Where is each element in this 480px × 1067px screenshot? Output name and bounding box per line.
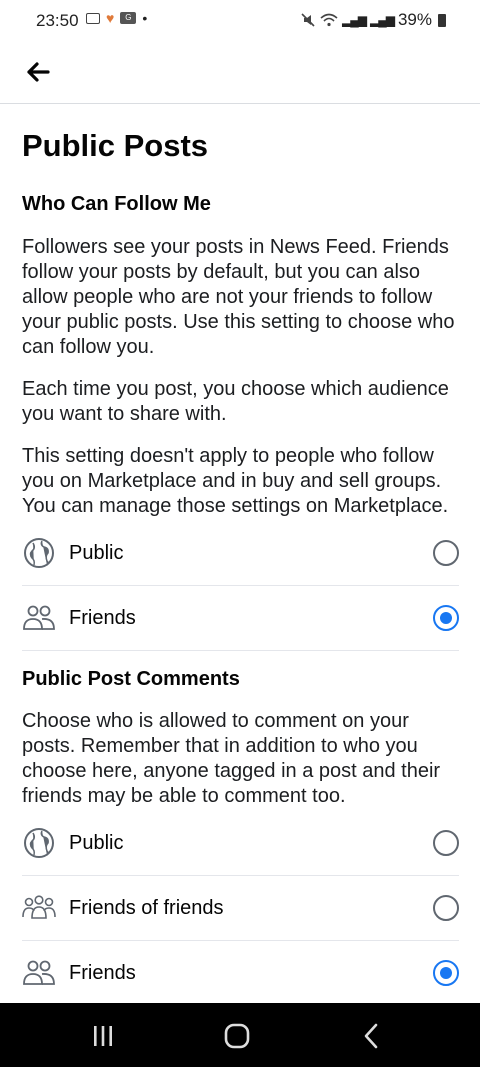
radio-button[interactable] xyxy=(433,540,459,566)
signal-icon: ▂▄▆ xyxy=(342,13,367,27)
comment-option-friends[interactable]: Friends xyxy=(22,941,459,1006)
friends-icon xyxy=(22,601,56,635)
mute-icon xyxy=(301,13,315,27)
follow-option-public[interactable]: Public xyxy=(22,521,459,586)
radio-button[interactable] xyxy=(433,830,459,856)
calendar-icon xyxy=(86,12,100,24)
home-icon[interactable] xyxy=(222,1021,252,1051)
app-bar xyxy=(0,42,480,104)
follow-description: Followers see your posts in News Feed. F… xyxy=(22,236,455,358)
option-label: Friends of friends xyxy=(69,896,224,919)
heart-icon: ♥ xyxy=(106,10,115,26)
comment-option-public[interactable]: Public xyxy=(22,811,459,876)
battery-icon xyxy=(438,13,446,27)
friends-icon xyxy=(22,956,56,990)
friends-of-friends-icon xyxy=(22,891,56,925)
page-title: Public Posts xyxy=(22,128,209,163)
comment-option-friends-of-friends[interactable]: Friends of friends xyxy=(22,876,459,941)
back-nav-icon[interactable] xyxy=(357,1021,387,1051)
more-notifications-icon: • xyxy=(142,10,148,26)
system-navigation-bar xyxy=(0,1003,480,1067)
radio-button-selected[interactable] xyxy=(433,960,459,986)
option-label: Public xyxy=(69,831,124,854)
comment-options: Public Friends of friends Friends xyxy=(22,811,459,1006)
settings-content: Public Posts Who Can Follow Me Followers… xyxy=(22,104,459,1006)
status-time: 23:50 xyxy=(36,11,79,30)
wifi-icon xyxy=(320,13,338,27)
option-label: Public xyxy=(69,541,124,564)
signal-icon-2: ▂▄▆ xyxy=(370,13,395,27)
status-bar: 23:50 ♥ G • ▂▄▆ ▂▄▆ 39% xyxy=(0,0,480,42)
system-indicators: ▂▄▆ ▂▄▆ 39% xyxy=(300,10,446,30)
back-arrow-icon[interactable] xyxy=(22,56,54,88)
globe-icon xyxy=(22,826,56,860)
comments-description: Choose who is allowed to comment on your… xyxy=(22,710,441,807)
app-badge-icon: G xyxy=(120,12,137,24)
audience-description: Each time you post, you choose which aud… xyxy=(22,378,449,425)
follow-options: Public Friends xyxy=(22,521,459,651)
option-label: Friends xyxy=(69,961,136,984)
notification-icons: ♥ G • xyxy=(86,10,147,26)
radio-button[interactable] xyxy=(433,895,459,921)
marketplace-description: This setting doesn't apply to people who… xyxy=(22,445,449,517)
battery-percent: 39% xyxy=(397,10,432,29)
comments-section-title: Public Post Comments xyxy=(22,668,240,690)
recent-apps-icon[interactable] xyxy=(88,1021,118,1051)
follow-section-title: Who Can Follow Me xyxy=(22,193,211,215)
follow-option-friends[interactable]: Friends xyxy=(22,586,459,651)
option-label: Friends xyxy=(69,606,136,629)
radio-button-selected[interactable] xyxy=(433,605,459,631)
globe-icon xyxy=(22,536,56,570)
